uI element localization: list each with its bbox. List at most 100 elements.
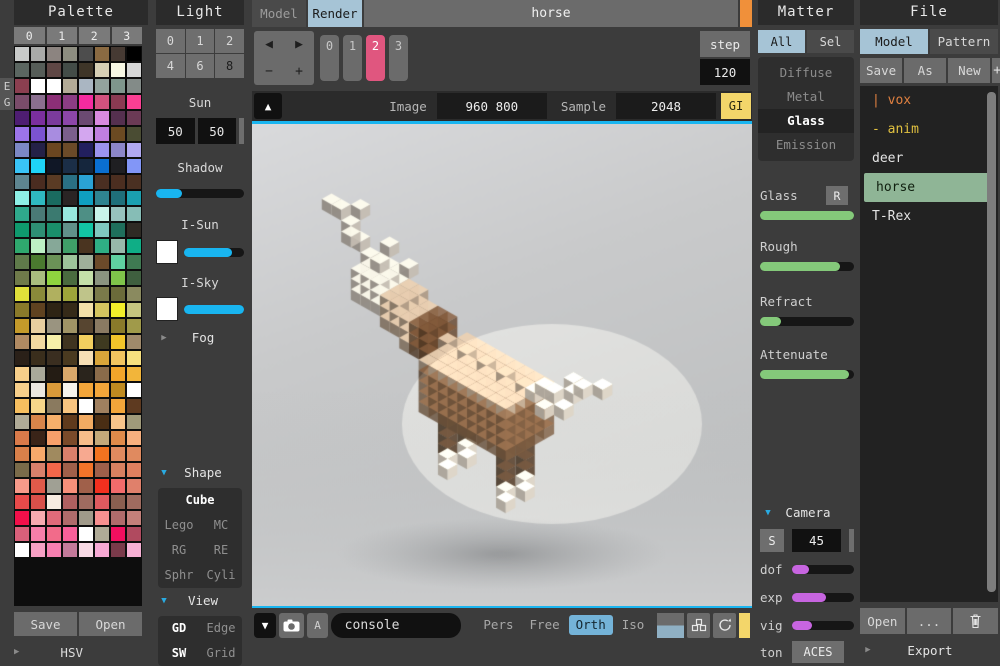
camera-icon[interactable] <box>279 613 304 638</box>
console-input[interactable]: console <box>331 613 462 638</box>
shape-option-rg[interactable]: RG <box>158 538 200 563</box>
tab-model[interactable]: Model <box>252 0 306 27</box>
palette-swatch[interactable] <box>94 350 110 366</box>
attenuate-slider[interactable] <box>760 370 854 379</box>
palette-swatch[interactable] <box>62 126 78 142</box>
palette-swatch[interactable] <box>126 382 142 398</box>
file-save-button[interactable]: Save <box>860 58 902 83</box>
palette-swatch[interactable] <box>126 462 142 478</box>
palette-swatch[interactable] <box>94 254 110 270</box>
palette-swatch[interactable] <box>110 46 126 62</box>
palette-swatch[interactable] <box>62 46 78 62</box>
palette-swatch[interactable] <box>30 174 46 190</box>
palette-swatch[interactable] <box>94 414 110 430</box>
frame-plus-button[interactable]: + <box>284 58 314 85</box>
voxel-grid-icon[interactable] <box>687 613 710 638</box>
palette-swatch[interactable] <box>126 446 142 462</box>
file-item[interactable]: horse <box>864 173 992 202</box>
palette-swatch[interactable] <box>94 478 110 494</box>
palette-swatch[interactable] <box>126 190 142 206</box>
palette-swatch[interactable] <box>78 222 94 238</box>
palette-swatch[interactable] <box>94 142 110 158</box>
light-preset-4[interactable]: 4 <box>156 54 185 78</box>
palette-swatch[interactable] <box>46 382 62 398</box>
shape-options[interactable]: CubeLegoMCRGRESphrCyli <box>158 488 242 588</box>
palette-swatch[interactable] <box>62 142 78 158</box>
palette-swatch[interactable] <box>94 190 110 206</box>
palette-swatch[interactable] <box>14 350 30 366</box>
palette-swatch[interactable] <box>14 46 30 62</box>
palette-swatch[interactable] <box>14 190 30 206</box>
palette-swatch[interactable] <box>94 542 110 558</box>
frame-nav[interactable]: ◀ ▶ − + <box>254 31 314 85</box>
palette-grid[interactable] <box>14 46 142 606</box>
palette-swatch[interactable] <box>94 238 110 254</box>
light-preset-grid[interactable]: 012468 <box>156 29 244 78</box>
palette-swatch[interactable] <box>78 254 94 270</box>
palette-swatch[interactable] <box>78 430 94 446</box>
palette-swatch[interactable] <box>78 206 94 222</box>
palette-swatch[interactable] <box>94 382 110 398</box>
file-mode-model[interactable]: Model <box>860 29 928 54</box>
palette-swatch[interactable] <box>14 462 30 478</box>
palette-swatch[interactable] <box>30 254 46 270</box>
file-mode-pattern[interactable]: Pattern <box>930 29 998 54</box>
palette-swatch[interactable] <box>110 78 126 94</box>
palette-swatch[interactable] <box>30 542 46 558</box>
palette-swatch[interactable] <box>78 494 94 510</box>
palette-swatch[interactable] <box>46 462 62 478</box>
palette-swatch[interactable] <box>46 430 62 446</box>
refract-slider[interactable] <box>760 317 854 326</box>
palette-swatch[interactable] <box>126 430 142 446</box>
palette-swatch[interactable] <box>110 542 126 558</box>
palette-swatch[interactable] <box>30 46 46 62</box>
step-value[interactable]: 120 <box>700 59 750 85</box>
palette-swatch[interactable] <box>14 494 30 510</box>
palette-swatch[interactable] <box>126 334 142 350</box>
file-item[interactable]: - anim <box>860 115 998 144</box>
palette-swatch[interactable] <box>14 78 30 94</box>
palette-swatch[interactable] <box>46 494 62 510</box>
voxel-render-canvas[interactable] <box>252 124 752 606</box>
palette-swatch[interactable] <box>62 526 78 542</box>
palette-swatch[interactable] <box>46 510 62 526</box>
palette-swatch[interactable] <box>14 446 30 462</box>
palette-swatch[interactable] <box>110 206 126 222</box>
palette-swatch[interactable] <box>30 414 46 430</box>
palette-swatch[interactable] <box>30 382 46 398</box>
palette-swatch[interactable] <box>110 142 126 158</box>
palette-swatch[interactable] <box>78 446 94 462</box>
palette-swatch[interactable] <box>14 302 30 318</box>
tab-render[interactable]: Render <box>308 0 362 27</box>
palette-swatch[interactable] <box>30 334 46 350</box>
palette-swatch[interactable] <box>14 94 30 110</box>
palette-swatch[interactable] <box>14 270 30 286</box>
palette-swatch[interactable] <box>46 78 62 94</box>
palette-swatch[interactable] <box>14 382 30 398</box>
glass-slider[interactable] <box>760 211 854 220</box>
palette-swatch[interactable] <box>46 206 62 222</box>
palette-swatch[interactable] <box>62 510 78 526</box>
hsv-section-toggle[interactable]: ▶ HSV <box>14 642 142 662</box>
matter-scope-all[interactable]: All <box>758 30 805 53</box>
palette-swatch[interactable] <box>94 366 110 382</box>
file-list[interactable]: | vox- animdeerhorseT-Rex <box>860 86 998 602</box>
light-preset-2[interactable]: 2 <box>215 29 244 53</box>
palette-swatch[interactable] <box>14 126 30 142</box>
palette-swatch[interactable] <box>94 494 110 510</box>
palette-column-1[interactable]: 1 <box>47 27 78 44</box>
frame-chip-2[interactable]: 2 <box>366 35 385 81</box>
palette-swatch[interactable] <box>14 206 30 222</box>
palette-swatch[interactable] <box>94 174 110 190</box>
palette-swatch[interactable] <box>110 350 126 366</box>
palette-swatch[interactable] <box>62 78 78 94</box>
file-mode-buttons[interactable]: ModelPattern <box>860 29 998 54</box>
palette-swatch[interactable] <box>62 174 78 190</box>
palette-swatch[interactable] <box>14 526 30 542</box>
palette-swatch[interactable] <box>30 318 46 334</box>
palette-swatch[interactable] <box>46 270 62 286</box>
palette-swatch[interactable] <box>94 62 110 78</box>
view-section-toggle[interactable]: ▼ View <box>156 593 248 608</box>
collapse-button[interactable]: ▲ <box>254 93 282 119</box>
palette-swatch[interactable] <box>94 78 110 94</box>
